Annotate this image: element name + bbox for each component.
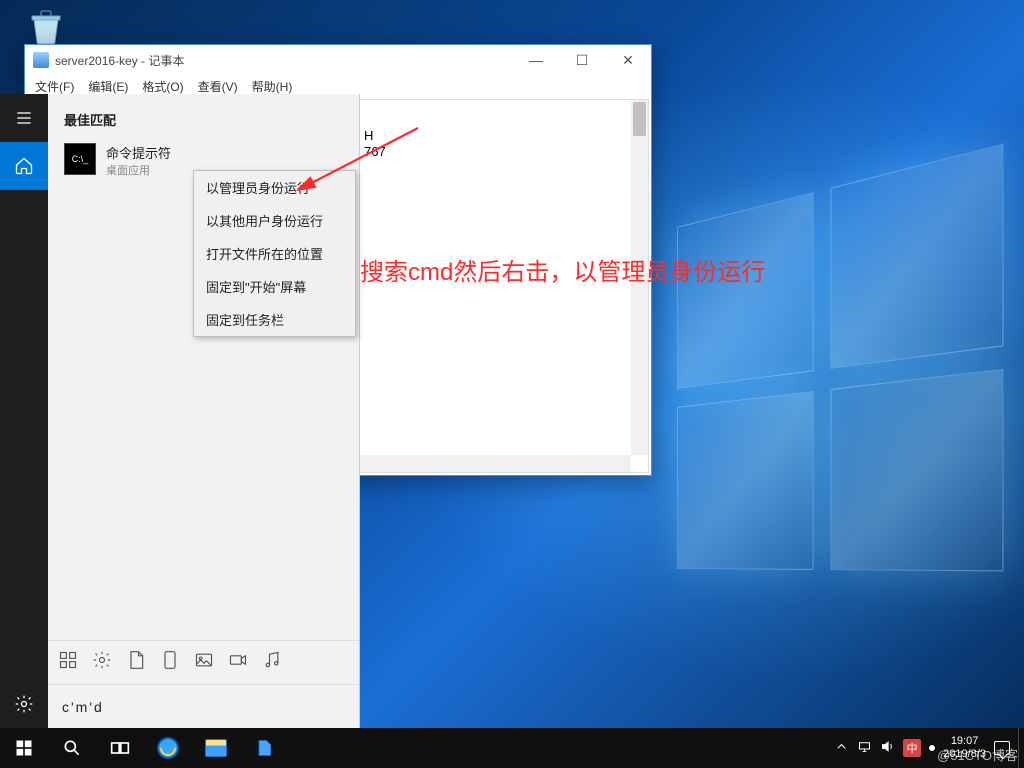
ctx-run-as-admin[interactable]: 以管理员身份运行 — [194, 171, 355, 204]
taskbar-app-icon[interactable] — [240, 728, 288, 768]
show-desktop-button[interactable] — [1018, 728, 1024, 768]
search-result-subtitle: 桌面应用 — [106, 162, 171, 178]
ie-icon[interactable] — [144, 728, 192, 768]
tray-chevron-up-icon[interactable] — [834, 739, 849, 757]
taskbar: 中 19:07 2019/8/3 — [0, 728, 1024, 768]
ctx-pin-to-start[interactable]: 固定到"开始"屏幕 — [194, 270, 355, 303]
minimize-button[interactable]: — — [513, 45, 559, 75]
filter-apps-icon[interactable] — [58, 650, 78, 675]
search-filter-bar — [48, 640, 359, 684]
notepad-title: server2016-key - 记事本 — [55, 52, 184, 69]
search-input[interactable]: c'm'd — [48, 684, 359, 728]
context-menu: 以管理员身份运行 以其他用户身份运行 打开文件所在的位置 固定到"开始"屏幕 固… — [193, 170, 356, 337]
ctx-pin-to-taskbar[interactable]: 固定到任务栏 — [194, 303, 355, 336]
filter-document-icon[interactable] — [126, 650, 146, 675]
hamburger-icon[interactable] — [0, 94, 48, 142]
filter-tablet-icon[interactable] — [160, 650, 180, 675]
tray-dot-icon[interactable] — [929, 745, 935, 751]
notepad-content-fragment: H — [364, 128, 373, 143]
file-explorer-icon[interactable] — [192, 728, 240, 768]
search-section-header: 最佳匹配 — [48, 94, 359, 139]
taskbar-search-icon[interactable] — [48, 728, 96, 768]
ctx-run-as-other[interactable]: 以其他用户身份运行 — [194, 204, 355, 237]
task-view-icon[interactable] — [96, 728, 144, 768]
tray-ime-icon[interactable]: 中 — [903, 739, 921, 757]
tray-volume-icon[interactable] — [880, 739, 895, 757]
search-result-title: 命令提示符 — [106, 143, 171, 162]
filter-gear-icon[interactable] — [92, 650, 112, 675]
home-icon[interactable] — [0, 142, 48, 190]
maximize-button[interactable]: ☐ — [559, 45, 605, 75]
watermark: @51CTO博客 — [937, 745, 1018, 764]
close-button[interactable]: ✕ — [605, 45, 651, 75]
notepad-titlebar[interactable]: server2016-key - 记事本 — ☐ ✕ — [25, 45, 651, 75]
filter-image-icon[interactable] — [194, 650, 214, 675]
annotation-text: 搜索cmd然后右击，以管理员身份运行 — [360, 252, 765, 287]
cmd-icon: C:\_ — [64, 143, 96, 175]
notepad-content-fragment: 767 — [364, 144, 386, 159]
wallpaper-windows-logo — [677, 144, 1003, 572]
tray-network-icon[interactable] — [857, 739, 872, 757]
start-rail — [0, 94, 48, 728]
ctx-open-location[interactable]: 打开文件所在的位置 — [194, 237, 355, 270]
filter-music-icon[interactable] — [262, 650, 282, 675]
gear-icon[interactable] — [0, 680, 48, 728]
filter-video-icon[interactable] — [228, 650, 248, 675]
notepad-icon — [33, 52, 49, 68]
start-button[interactable] — [0, 728, 48, 768]
